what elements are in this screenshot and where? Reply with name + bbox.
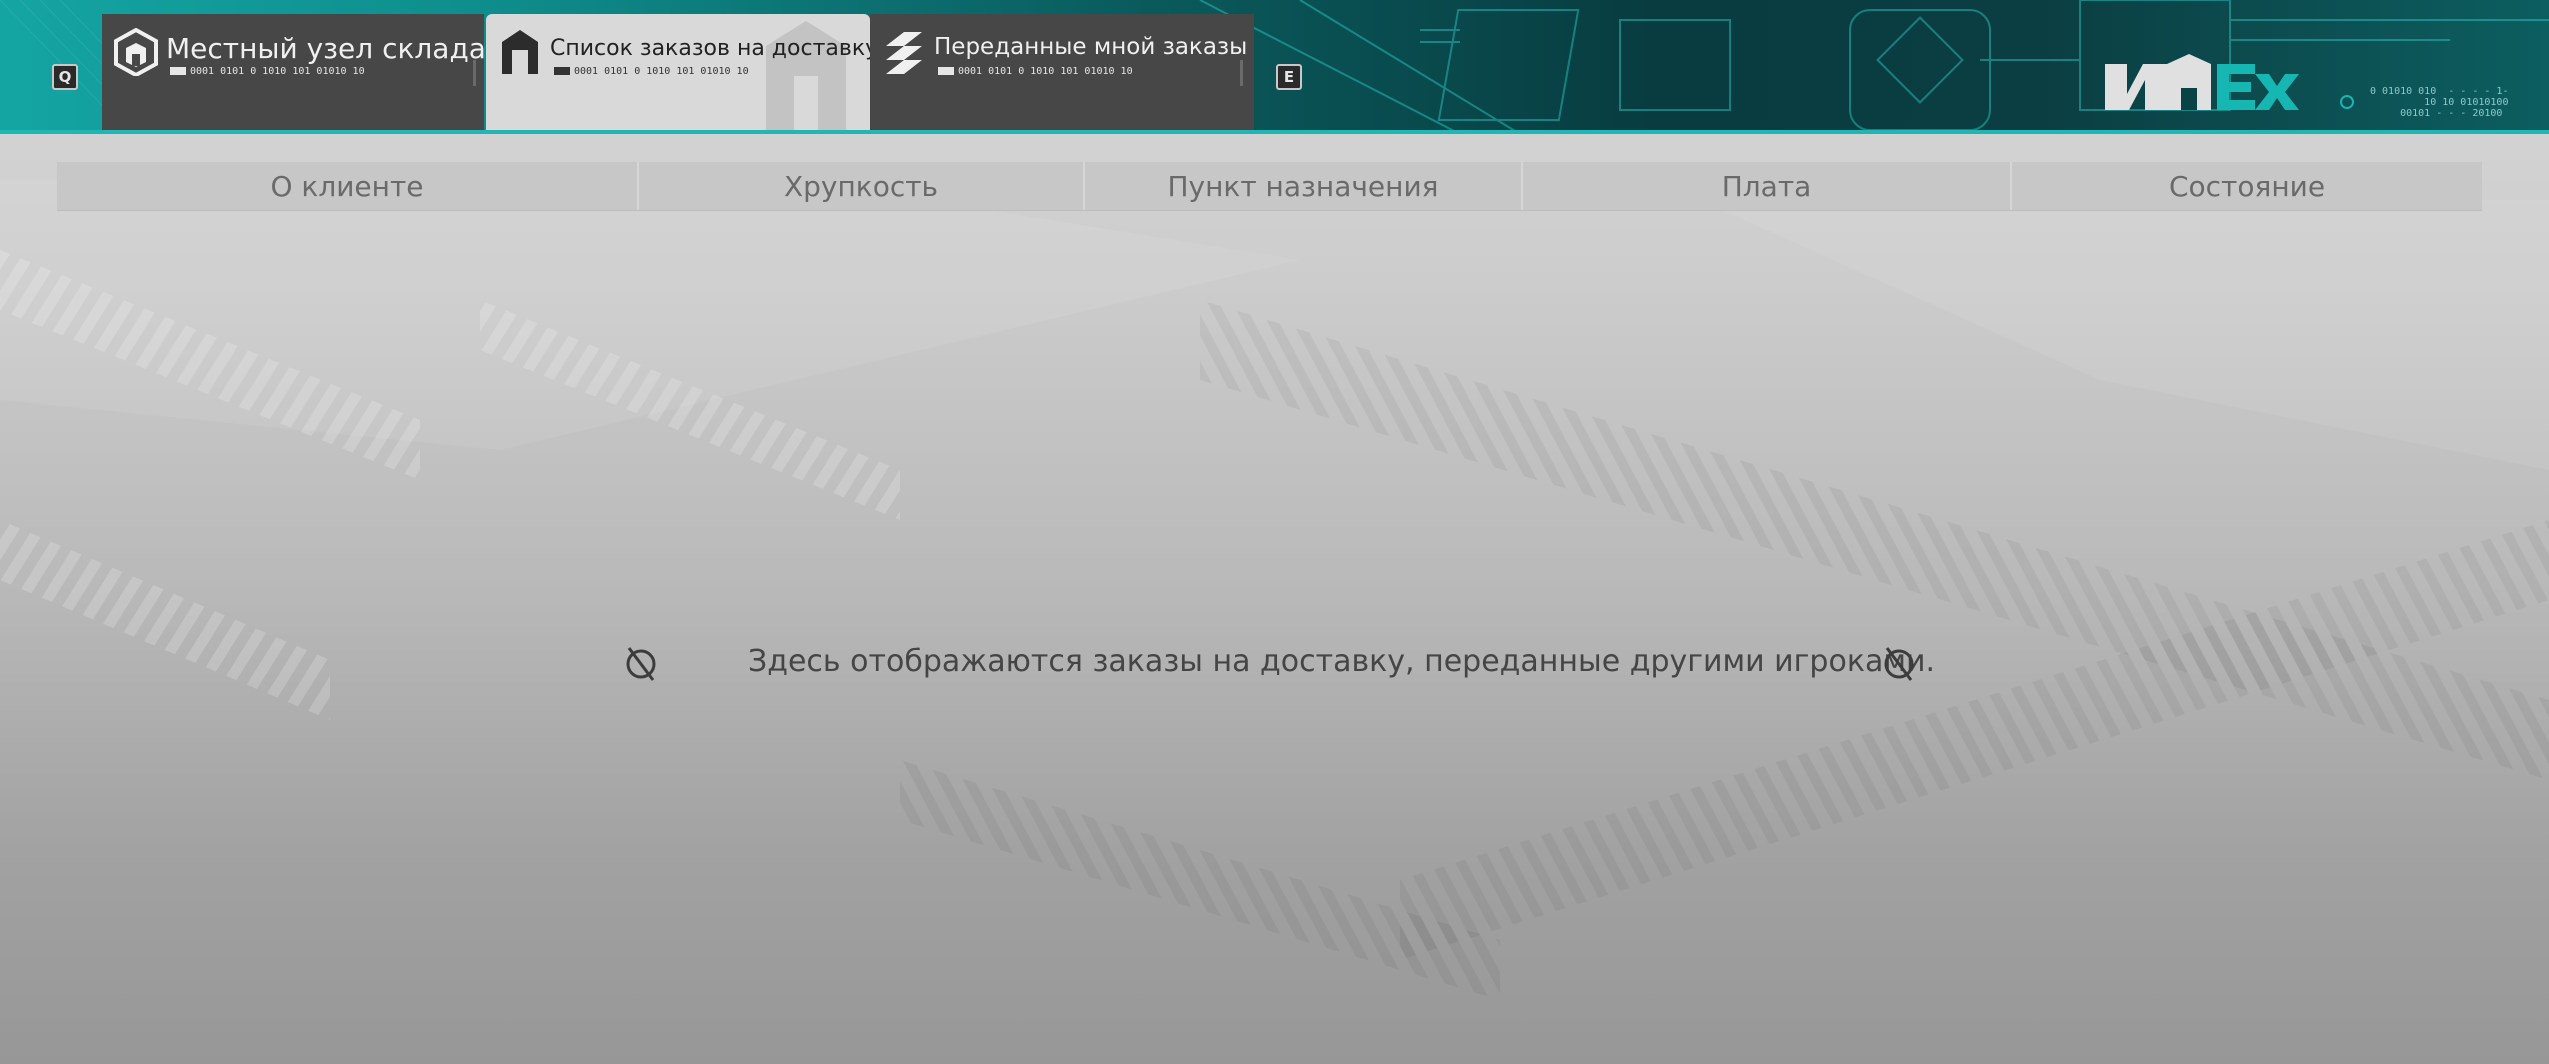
warehouse-icon <box>114 28 158 76</box>
no-entry-icon <box>1884 647 1914 681</box>
next-tab-key: E <box>1283 68 1295 86</box>
background-pattern <box>0 180 2549 1000</box>
column-destination[interactable]: Пункт назначения <box>1083 162 1521 210</box>
tab-code: 0001 0101 0 1010 101 01010 10 <box>554 66 749 77</box>
tab-label: Список заказов на доставку <box>550 36 870 61</box>
tab-divider <box>1240 60 1243 86</box>
column-label: Плата <box>1721 169 1812 203</box>
delivery-list-icon <box>502 30 538 74</box>
column-label: О клиенте <box>270 169 424 203</box>
tab-watermark <box>766 21 846 134</box>
logo-code-text: 0 01010 010 - - - - 1- 10 10 01010100 00… <box>2370 86 2509 119</box>
tab-divider <box>473 60 476 86</box>
transferred-orders-icon <box>886 32 922 74</box>
prev-tab-key-hint[interactable]: Q <box>52 64 78 90</box>
delivery-terminal-screen: Q Местный узел склада 0001 0101 0 1010 1… <box>0 0 2549 1064</box>
topbar-accent-line <box>0 130 2549 134</box>
tab-code: 0001 0101 0 1010 101 01010 10 <box>170 66 365 77</box>
column-fee[interactable]: Плата <box>1521 162 2010 210</box>
column-status[interactable]: Состояние <box>2010 162 2482 210</box>
top-navigation-bar: Q Местный узел склада 0001 0101 0 1010 1… <box>0 0 2549 134</box>
tab-code: 0001 0101 0 1010 101 01010 10 <box>938 66 1133 77</box>
empty-state: Здесь отображаются заказы на доставку, п… <box>0 634 2549 694</box>
tab-delivery-orders-list[interactable]: Список заказов на доставку 0001 0101 0 1… <box>486 14 870 134</box>
column-fragility[interactable]: Хрупкость <box>637 162 1083 210</box>
search-icon: Q <box>58 68 72 86</box>
column-label: Хрупкость <box>783 169 939 203</box>
tab-label: Переданные мной заказы <box>934 34 1248 60</box>
tab-local-warehouse[interactable]: Местный узел склада 0001 0101 0 1010 101… <box>102 14 484 134</box>
column-label: Пункт назначения <box>1167 169 1439 203</box>
orders-table-header: О клиенте Хрупкость Пункт назначения Пла… <box>57 162 2482 210</box>
company-logo <box>2105 54 2354 110</box>
tab-label: Местный узел склада <box>166 32 484 65</box>
tab-transferred-orders[interactable]: Переданные мной заказы 0001 0101 0 1010 … <box>870 14 1254 134</box>
column-label: Состояние <box>2168 169 2326 203</box>
empty-state-message: Здесь отображаются заказы на доставку, п… <box>748 644 1935 679</box>
no-entry-icon <box>626 647 656 681</box>
next-tab-key-hint[interactable]: E <box>1276 64 1302 90</box>
column-client[interactable]: О клиенте <box>57 162 637 210</box>
